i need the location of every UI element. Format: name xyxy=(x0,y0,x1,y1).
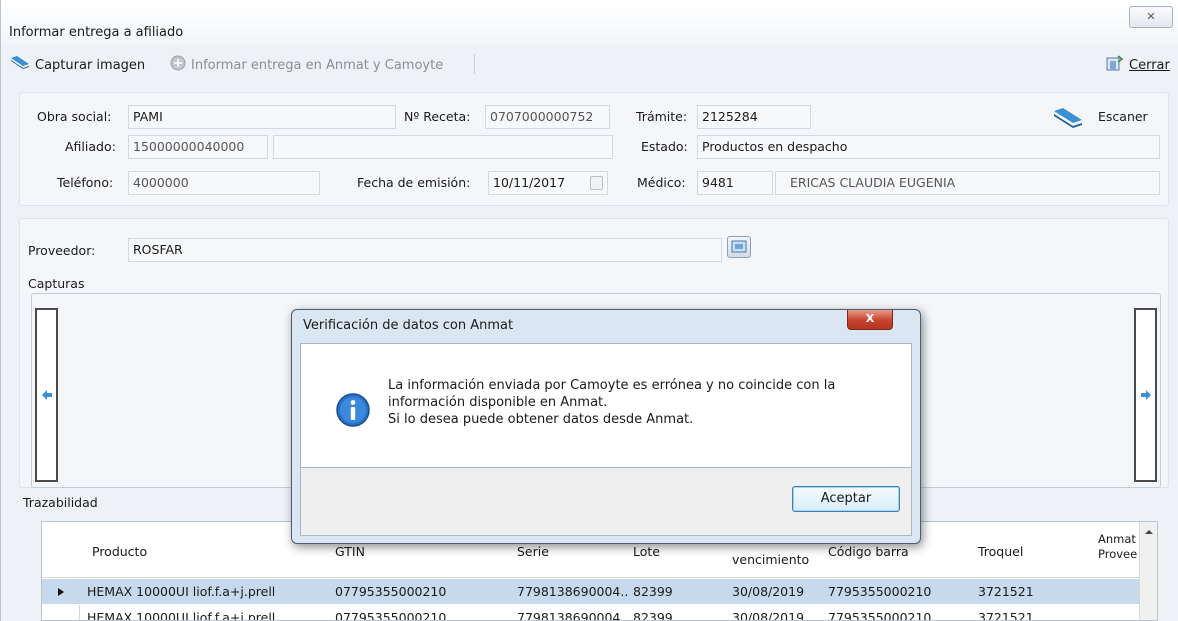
info-icon xyxy=(335,392,371,431)
dialog-body: La información enviada por Camoyte es er… xyxy=(300,343,912,468)
table-row[interactable]: HEMAX 10000UI liof.f.a+j.prell 077953550… xyxy=(42,579,1140,604)
dialog-message-line: La información enviada por Camoyte es er… xyxy=(388,378,836,393)
column-header-vencimiento[interactable]: vencimiento xyxy=(732,552,809,567)
cell-serie: 7798138690004... xyxy=(517,610,627,621)
table-row[interactable]: HEMAX 10000UI liof.f.a+j.prell 077953550… xyxy=(42,605,1140,621)
cell-lote: 82399 xyxy=(633,610,673,621)
receta-label: Nº Receta: xyxy=(404,109,471,124)
arrow-left-icon xyxy=(41,390,52,400)
dialog-message-line: información disponible en Anmat. xyxy=(388,395,608,410)
next-capture-button[interactable] xyxy=(1134,308,1157,482)
report-delivery-label: Informar entrega en Anmat y Camoyte xyxy=(191,57,444,73)
lookup-icon xyxy=(731,240,747,253)
dialog-footer: Aceptar xyxy=(300,468,912,536)
fecha-emision-field[interactable]: 10/11/2017 xyxy=(488,171,608,195)
close-label: Cerrar xyxy=(1129,57,1170,73)
proveedor-field[interactable]: ROSFAR xyxy=(128,238,722,262)
tramite-label: Trámite: xyxy=(636,109,688,124)
capture-image-label: Capturar imagen xyxy=(35,57,146,73)
dialog-close-button[interactable]: X xyxy=(847,310,893,330)
column-header-proveedor[interactable]: Provee xyxy=(1098,547,1137,561)
medico-name-field[interactable]: ERICAS CLAUDIA EUGENIA xyxy=(775,171,1160,195)
toolbar-separator xyxy=(474,54,475,74)
obra-social-label: Obra social: xyxy=(37,109,112,124)
column-header-serie[interactable]: Serie xyxy=(517,544,549,559)
medico-name-value: ERICAS CLAUDIA EUGENIA xyxy=(790,175,956,190)
column-header-codigo-barra[interactable]: Código barra xyxy=(828,544,909,559)
close-button[interactable]: Cerrar xyxy=(1105,54,1170,76)
calendar-icon[interactable] xyxy=(590,176,603,190)
proveedor-lookup-button[interactable] xyxy=(727,236,751,258)
column-header-producto[interactable]: Producto xyxy=(92,544,147,559)
row-selector[interactable] xyxy=(42,579,80,604)
cell-codigo-barra: 7795355000210 xyxy=(828,610,932,621)
accept-button[interactable]: Aceptar xyxy=(792,486,900,512)
fecha-emision-value: 10/11/2017 xyxy=(493,175,566,190)
fecha-emision-label: Fecha de emisión: xyxy=(357,175,471,190)
cell-serie: 7798138690004... xyxy=(517,584,627,599)
afiliado-name-field[interactable] xyxy=(273,135,613,159)
report-icon xyxy=(169,54,187,76)
column-header-anmat[interactable]: Anmat xyxy=(1098,532,1136,546)
estado-field[interactable]: Productos en despacho xyxy=(697,135,1160,159)
afiliado-label: Afiliado: xyxy=(65,139,116,154)
scroll-up-icon[interactable] xyxy=(1141,526,1157,538)
dialog-title: Verificación de datos con Anmat xyxy=(303,318,514,333)
row-selector[interactable] xyxy=(42,605,80,620)
obra-social-field[interactable]: PAMI xyxy=(128,105,396,129)
previous-capture-button[interactable] xyxy=(35,308,58,482)
receta-field[interactable]: 0707000000752 xyxy=(485,105,610,129)
scanner-icon xyxy=(9,54,31,76)
main-window: Informar entrega a afiliado ✕ Capturar i… xyxy=(0,0,1178,621)
column-header-gtin[interactable]: GTIN xyxy=(335,544,365,559)
window-title: Informar entrega a afiliado xyxy=(9,25,184,40)
cell-producto: HEMAX 10000UI liof.f.a+j.prell xyxy=(87,610,276,621)
cell-troquel: 3721521 xyxy=(978,584,1034,599)
anmat-verification-dialog: Verificación de datos con Anmat X La inf… xyxy=(291,309,921,544)
tramite-field[interactable]: 2125284 xyxy=(697,105,811,129)
capturas-label: Capturas xyxy=(28,276,85,291)
cell-vencimiento: 30/08/2019 xyxy=(732,610,805,621)
cell-vencimiento: 30/08/2019 xyxy=(732,584,805,599)
cell-lote: 82399 xyxy=(633,584,673,599)
telefono-label: Teléfono: xyxy=(57,175,114,190)
dialog-message: La información enviada por Camoyte es er… xyxy=(388,377,835,428)
medico-code-field[interactable]: 9481 xyxy=(697,171,773,195)
cell-producto: HEMAX 10000UI liof.f.a+j.prell xyxy=(87,584,276,599)
afiliado-field[interactable]: 15000000040000 xyxy=(128,135,268,159)
row-pointer-icon xyxy=(58,588,64,596)
medico-label: Médico: xyxy=(637,175,686,190)
telefono-field[interactable]: 4000000 xyxy=(128,171,320,195)
scan-label: Escaner xyxy=(1098,109,1148,124)
cell-gtin: 07795355000210 xyxy=(335,610,447,621)
arrow-right-icon xyxy=(1140,390,1151,400)
column-header-lote[interactable]: Lote xyxy=(633,544,660,559)
window-close-button[interactable]: ✕ xyxy=(1129,6,1173,28)
close-window-icon xyxy=(1105,54,1125,76)
capture-image-button[interactable]: Capturar imagen xyxy=(9,54,145,76)
cell-troquel: 3721521 xyxy=(978,610,1034,621)
dialog-message-line: Si lo desea puede obtener datos desde An… xyxy=(388,412,694,427)
trazabilidad-label: Trazabilidad xyxy=(23,495,98,510)
column-header-troquel[interactable]: Troquel xyxy=(978,544,1023,559)
proveedor-label: Proveedor: xyxy=(28,243,96,258)
title-bar: Informar entrega a afiliado ✕ xyxy=(1,0,1178,45)
report-delivery-button[interactable]: Informar entrega en Anmat y Camoyte xyxy=(169,54,443,76)
cell-gtin: 07795355000210 xyxy=(335,584,447,599)
cell-codigo-barra: 7795355000210 xyxy=(828,584,932,599)
estado-label: Estado: xyxy=(641,139,688,154)
grid-vertical-scrollbar[interactable] xyxy=(1139,522,1157,620)
scanner-icon xyxy=(1051,105,1085,134)
toolbar: Capturar imagen Informar entrega en Anma… xyxy=(1,46,1178,82)
